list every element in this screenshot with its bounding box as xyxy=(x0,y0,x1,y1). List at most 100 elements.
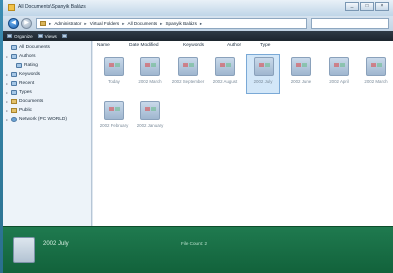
nav-item-label: Types xyxy=(19,90,32,95)
stack-icon xyxy=(215,57,235,76)
nav-item-authors[interactable]: ▹ Authors xyxy=(6,53,36,60)
expander-icon[interactable]: ▹ xyxy=(6,99,9,104)
window-title: All Documents\Spanyik Balázs xyxy=(18,4,86,10)
column-header-name[interactable]: Name xyxy=(97,43,110,48)
search-input[interactable] xyxy=(311,18,389,29)
stack-tile[interactable]: 2002 August xyxy=(208,55,242,95)
organize-label: Organize xyxy=(14,33,33,39)
stack-tile[interactable]: 2002 January xyxy=(133,99,167,139)
views-menu-button[interactable]: Views xyxy=(37,34,57,39)
breadcrumb-item[interactable]: All Documents xyxy=(128,21,158,26)
nav-item-keywords[interactable]: ▹ Keywords xyxy=(6,71,40,78)
toolbar-extra-button[interactable] xyxy=(61,34,69,38)
column-header-author[interactable]: Author xyxy=(227,43,241,48)
nav-item-label: Documents xyxy=(19,99,44,104)
search-folder-icon xyxy=(11,90,17,95)
tile-label: 2002 March xyxy=(138,79,162,84)
stack-tile[interactable]: 2002 April xyxy=(322,55,356,95)
nav-item-label: Authors xyxy=(19,54,36,59)
expander-icon[interactable]: ▹ xyxy=(6,117,9,122)
tile-label: Today xyxy=(108,79,120,84)
folder-icon xyxy=(11,99,17,104)
search-folder-icon xyxy=(11,72,17,77)
address-row: ◀ ▶ ▸ Administrator ▸ Virtual Folders ▸ … xyxy=(3,16,393,31)
nav-item-types[interactable]: ▹ Types xyxy=(6,89,32,96)
nav-item-documents[interactable]: ▹ Documents xyxy=(6,98,43,105)
stack-icon xyxy=(291,57,311,76)
tile-label: 2002 February xyxy=(99,123,129,128)
toolbar-extra-icon xyxy=(61,34,67,38)
expander-icon[interactable]: ▹ xyxy=(6,90,9,95)
nav-item-network[interactable]: ▹ Network (PC WORLD) xyxy=(6,116,67,123)
folder-icon xyxy=(8,4,15,11)
stack-icon xyxy=(13,237,35,263)
chevron-right-icon[interactable]: ▸ xyxy=(49,21,51,27)
explorer-window: All Documents\Spanyik Balázs _ □ × ◀ ▶ ▸… xyxy=(3,0,393,273)
title-bar[interactable]: All Documents\Spanyik Balázs _ □ × xyxy=(3,0,393,16)
network-icon xyxy=(11,117,17,122)
nav-item-label: Recent xyxy=(19,81,35,86)
nav-item-label: Keywords xyxy=(19,72,41,77)
stack-icon xyxy=(104,101,124,120)
chevron-right-icon[interactable]: ▸ xyxy=(122,21,124,27)
breadcrumb-item[interactable]: Spanyik Balázs xyxy=(165,21,196,26)
stack-icon xyxy=(329,57,349,76)
search-folder-icon xyxy=(16,63,22,68)
breadcrumb-item[interactable]: Administrator xyxy=(54,21,81,26)
tile-label: 2002 July xyxy=(253,79,273,84)
navigation-pane: All Documents ▹ Authors Rating ▹ Keyword… xyxy=(3,41,92,226)
back-button[interactable]: ◀ xyxy=(8,18,19,29)
stack-tile[interactable]: 2002 September xyxy=(171,55,205,95)
nav-item-rating[interactable]: Rating xyxy=(11,62,38,69)
chevron-right-icon[interactable]: ▸ xyxy=(200,21,202,27)
folder-icon xyxy=(11,108,17,113)
stack-tile[interactable]: 2002 March xyxy=(359,55,393,95)
search-folder-icon xyxy=(11,45,17,50)
tile-label: 2002 March xyxy=(364,79,388,84)
nav-item-all-documents[interactable]: All Documents xyxy=(6,44,50,51)
organize-menu-button[interactable]: Organize xyxy=(7,34,33,39)
tile-label: 2002 April xyxy=(329,79,349,84)
stack-tile[interactable]: 2002 March xyxy=(133,55,167,95)
forward-button[interactable]: ▶ xyxy=(21,18,32,29)
stack-tile-selected[interactable]: 2002 July xyxy=(246,54,280,94)
nav-item-label: All Documents xyxy=(19,45,50,50)
search-folder-icon xyxy=(11,54,17,59)
file-list[interactable]: Name Date Modified Keywords Author Type … xyxy=(93,41,393,226)
stack-tile[interactable]: 2002 June xyxy=(284,55,318,95)
expander-icon[interactable]: ▹ xyxy=(6,81,9,86)
tile-label: 2002 June xyxy=(290,79,312,84)
nav-item-recent[interactable]: ▹ Recent xyxy=(6,80,34,87)
tile-label: 2002 January xyxy=(136,123,164,128)
stack-icon xyxy=(140,101,160,120)
column-headers: Name Date Modified Keywords Author Type xyxy=(93,43,393,51)
details-pane: 2002 July File Count: 2 xyxy=(3,226,393,273)
breadcrumb-item[interactable]: Virtual Folders xyxy=(90,21,120,26)
nav-item-label: Public xyxy=(19,108,33,113)
nav-item-label: Network (PC WORLD) xyxy=(19,117,67,122)
stack-icon xyxy=(366,57,386,76)
close-button[interactable]: × xyxy=(375,2,389,11)
views-icon xyxy=(37,34,43,38)
stack-icon xyxy=(104,57,124,76)
expander-icon[interactable]: ▹ xyxy=(6,72,9,77)
chevron-right-icon[interactable]: ▸ xyxy=(84,21,86,27)
nav-item-label: Rating xyxy=(24,63,38,68)
stack-tile[interactable]: 2002 February xyxy=(97,99,131,139)
selected-item-file-count: File Count: 2 xyxy=(181,241,208,246)
chevron-right-icon[interactable]: ▸ xyxy=(160,21,162,27)
expander-icon[interactable]: ▹ xyxy=(6,54,9,59)
nav-item-public[interactable]: ▹ Public xyxy=(6,107,32,114)
tile-label: 2002 August xyxy=(212,79,238,84)
maximize-button[interactable]: □ xyxy=(360,2,374,11)
stack-icon xyxy=(254,57,274,76)
search-folder-icon xyxy=(11,81,17,86)
minimize-button[interactable]: _ xyxy=(345,2,359,11)
expander-icon[interactable]: ▹ xyxy=(6,108,9,113)
organize-icon xyxy=(7,34,12,38)
column-header-date-modified[interactable]: Date Modified xyxy=(129,43,159,48)
column-header-keywords[interactable]: Keywords xyxy=(183,43,204,48)
breadcrumb[interactable]: ▸ Administrator ▸ Virtual Folders ▸ All … xyxy=(36,18,307,29)
stack-tile[interactable]: Today xyxy=(97,55,131,95)
column-header-type[interactable]: Type xyxy=(260,43,270,48)
